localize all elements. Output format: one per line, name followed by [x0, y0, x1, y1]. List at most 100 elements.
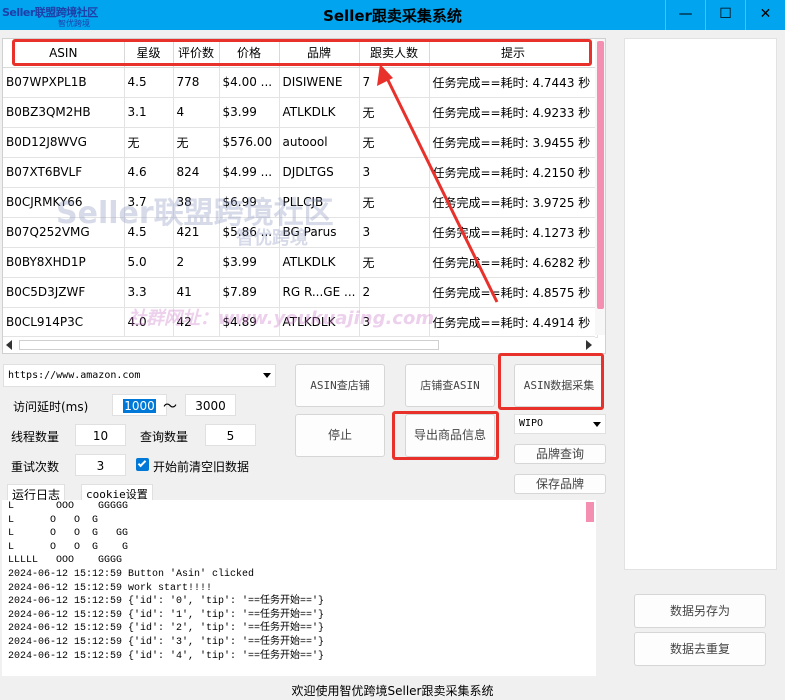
- cell-rating[interactable]: 3.1: [124, 97, 174, 128]
- cell-price[interactable]: $5.86 ...: [219, 217, 280, 248]
- cell-reviews[interactable]: 41: [173, 277, 220, 308]
- cell-sellers[interactable]: 7: [359, 67, 430, 98]
- cell-rating[interactable]: 4.0: [124, 307, 174, 338]
- cell-rating[interactable]: 4.6: [124, 157, 174, 188]
- cell-brand[interactable]: PLLCJB: [279, 187, 360, 218]
- column-header-price[interactable]: 价格: [219, 39, 280, 68]
- url-select[interactable]: https://www.amazon.com: [3, 364, 276, 387]
- threads-input[interactable]: 10: [75, 424, 126, 446]
- asin-shop-button[interactable]: ASIN查店铺: [295, 364, 385, 407]
- cell-rating[interactable]: 无: [124, 127, 174, 158]
- log-output[interactable]: L OOO GGGGG L O O G L O O G GG L O O G G LLL…: [2, 500, 596, 676]
- cell-asin[interactable]: B0BY8XHD1P: [3, 247, 125, 278]
- table-row[interactable]: B0BY8XHD1P 5.0 2 $3.99 ATLKDLK 无任务完成==耗时: 4.6…: [3, 247, 598, 278]
- cell-reviews[interactable]: 4: [173, 97, 220, 128]
- cell-rating[interactable]: 3.3: [124, 277, 174, 308]
- delay-max-input[interactable]: 3000: [185, 394, 236, 416]
- brand-query-button[interactable]: 品牌查询: [514, 444, 606, 464]
- cell-asin[interactable]: B0BZ3QM2HB: [3, 97, 125, 128]
- dedupe-button[interactable]: 数据去重复: [634, 632, 766, 666]
- cell-reviews[interactable]: 无: [173, 127, 220, 158]
- column-header-brand[interactable]: 品牌: [279, 39, 360, 68]
- minimize-button[interactable]: —: [665, 0, 705, 30]
- cell-asin[interactable]: B0C5D3JZWF: [3, 277, 125, 308]
- scrollbar-thumb[interactable]: [19, 340, 439, 350]
- cell-tip[interactable]: 任务完成==耗时: 4.9233 秒: [429, 97, 598, 128]
- cell-reviews[interactable]: 824: [173, 157, 220, 188]
- scroll-right-icon[interactable]: [586, 340, 592, 350]
- cell-tip[interactable]: 任务完成==耗时: 4.1273 秒: [429, 217, 598, 248]
- cell-reviews[interactable]: 42: [173, 307, 220, 338]
- cell-brand[interactable]: ATLKDLK: [279, 307, 360, 338]
- save-as-button[interactable]: 数据另存为: [634, 594, 766, 628]
- retry-input[interactable]: 3: [75, 454, 126, 476]
- table-row[interactable]: B07XT6BVLF 4.6 824 $4.99 ... DJDLTGS 3 任务完成==耗…: [3, 157, 598, 188]
- cell-sellers[interactable]: 3: [359, 307, 430, 338]
- column-header-tip[interactable]: 提示: [429, 39, 598, 68]
- shop-asin-button[interactable]: 店铺查ASIN: [405, 364, 495, 407]
- cell-sellers[interactable]: 无: [359, 97, 430, 128]
- cell-tip[interactable]: 任务完成==耗时: 4.7443 秒: [429, 67, 598, 98]
- clear-data-checkbox[interactable]: [136, 458, 149, 471]
- table-row[interactable]: B07Q252VMG 4.5 421 $5.86 ... BG Parus 3 任务完成==…: [3, 217, 598, 248]
- cell-tip[interactable]: 任务完成==耗时: 3.9455 秒: [429, 127, 598, 158]
- log-scrollbar-thumb[interactable]: [586, 502, 594, 522]
- cell-sellers[interactable]: 3: [359, 157, 430, 188]
- cell-price[interactable]: $7.89: [219, 277, 280, 308]
- cell-price[interactable]: $4.99 ...: [219, 157, 280, 188]
- cell-asin[interactable]: B0CL914P3C: [3, 307, 125, 338]
- cell-reviews[interactable]: 421: [173, 217, 220, 248]
- cell-asin[interactable]: B0D12J8WVG: [3, 127, 125, 158]
- cell-price[interactable]: $4.89: [219, 307, 280, 338]
- cell-price[interactable]: $3.99: [219, 247, 280, 278]
- cell-brand[interactable]: DJDLTGS: [279, 157, 360, 188]
- cell-brand[interactable]: ATLKDLK: [279, 247, 360, 278]
- wipo-select[interactable]: WIPO: [514, 414, 606, 434]
- cell-sellers[interactable]: 无: [359, 247, 430, 278]
- cell-sellers[interactable]: 3: [359, 217, 430, 248]
- cell-brand[interactable]: RG R...GE ...: [279, 277, 360, 308]
- query-count-input[interactable]: 5: [205, 424, 256, 446]
- cell-sellers[interactable]: 2: [359, 277, 430, 308]
- cell-asin[interactable]: B07XT6BVLF: [3, 157, 125, 188]
- cell-sellers[interactable]: 无: [359, 127, 430, 158]
- cell-reviews[interactable]: 38: [173, 187, 220, 218]
- cell-asin[interactable]: B07WPXPL1B: [3, 67, 125, 98]
- column-header-sellers[interactable]: 跟卖人数: [359, 39, 430, 68]
- cell-asin[interactable]: B0CJRMKY66: [3, 187, 125, 218]
- cell-rating[interactable]: 3.7: [124, 187, 174, 218]
- column-header-asin[interactable]: ASIN: [3, 39, 125, 68]
- cell-tip[interactable]: 任务完成==耗时: 4.8575 秒: [429, 277, 598, 308]
- table-row[interactable]: B0C5D3JZWF 3.3 41 $7.89 RG R...GE ... 2 任务完成==…: [3, 277, 598, 308]
- cell-asin[interactable]: B07Q252VMG: [3, 217, 125, 248]
- cell-tip[interactable]: 任务完成==耗时: 4.6282 秒: [429, 247, 598, 278]
- cell-tip[interactable]: 任务完成==耗时: 3.9725 秒: [429, 187, 598, 218]
- table-row[interactable]: B0D12J8WVG 无无 $576.00 autoool 无任务完成==耗时: 3.9…: [3, 127, 598, 158]
- table-row[interactable]: B0BZ3QM2HB 3.1 4 $3.99 ATLKDLK 无任务完成==耗时: 4.9…: [3, 97, 598, 128]
- table-horizontal-scrollbar[interactable]: [3, 336, 595, 353]
- column-header-rating[interactable]: 星级: [124, 39, 174, 68]
- cell-tip[interactable]: 任务完成==耗时: 4.4914 秒: [429, 307, 598, 338]
- table-row[interactable]: B0CJRMKY66 3.7 38 $6.99 PLLCJB 无任务完成==耗时: 3.9…: [3, 187, 598, 218]
- scrollbar-thumb[interactable]: [597, 41, 604, 309]
- cell-brand[interactable]: DISIWENE: [279, 67, 360, 98]
- export-button[interactable]: 导出商品信息: [405, 414, 495, 457]
- cell-price[interactable]: $576.00: [219, 127, 280, 158]
- cell-brand[interactable]: ATLKDLK: [279, 97, 360, 128]
- cell-brand[interactable]: BG Parus: [279, 217, 360, 248]
- cell-sellers[interactable]: 无: [359, 187, 430, 218]
- cell-price[interactable]: $4.00 ...: [219, 67, 280, 98]
- column-header-reviews[interactable]: 评价数: [173, 39, 220, 68]
- table-row[interactable]: B07WPXPL1B 4.5 778 $4.00 ... DISIWENE 7 任务完成==…: [3, 67, 598, 98]
- delay-min-input[interactable]: 1000: [112, 394, 167, 416]
- save-brand-button[interactable]: 保存品牌: [514, 474, 606, 494]
- maximize-button[interactable]: ☐: [705, 0, 745, 30]
- cell-price[interactable]: $6.99: [219, 187, 280, 218]
- cell-rating[interactable]: 4.5: [124, 217, 174, 248]
- table-vertical-scrollbar[interactable]: [595, 39, 605, 335]
- stop-button[interactable]: 停止: [295, 414, 385, 457]
- scroll-left-icon[interactable]: [6, 340, 12, 350]
- table-row[interactable]: B0CL914P3C 4.0 42 $4.89 ATLKDLK 3 任务完成==耗时: 4.…: [3, 307, 598, 338]
- cell-tip[interactable]: 任务完成==耗时: 4.2150 秒: [429, 157, 598, 188]
- cell-rating[interactable]: 5.0: [124, 247, 174, 278]
